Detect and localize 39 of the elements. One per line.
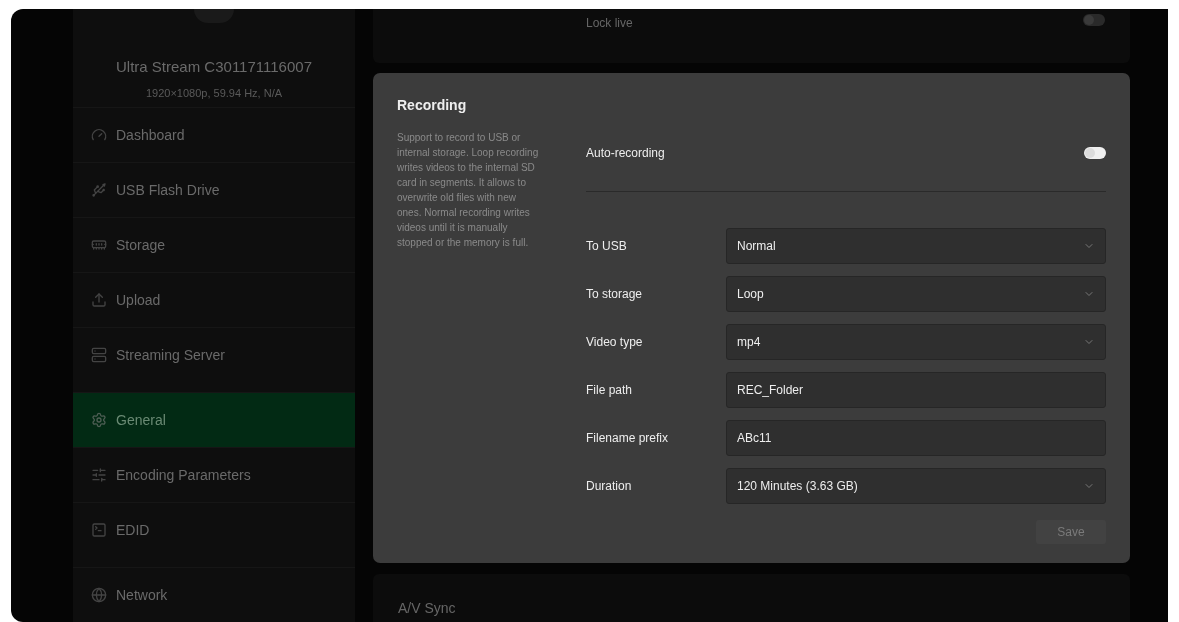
signal-info: 1920×1080p, 59.94 Hz, N/A — [145, 85, 283, 101]
field-label: Filename prefix — [586, 430, 670, 447]
upload-icon — [91, 292, 107, 308]
field-label: To USB — [586, 238, 628, 255]
setting-label: Lock live — [586, 15, 633, 32]
toggle-switch[interactable] — [1084, 147, 1106, 159]
sidebar-item[interactable]: Streaming Server — [73, 327, 355, 382]
usb-icon — [91, 182, 107, 198]
description: Support to record to USB or internal storage. Loop recording writes videos to the internal SD card in segments. It allows to overwrite old files with new ones. Normal recording writes videos until it is manually stopped or the memory is full. — [397, 131, 540, 250]
gauge-icon — [91, 127, 107, 143]
select-field[interactable]: Normal — [726, 228, 1106, 264]
sidebar-item[interactable]: Upload — [73, 272, 355, 327]
memory-card-icon — [91, 237, 107, 253]
input-field[interactable]: ABc11 — [726, 420, 1106, 456]
sidebar-item[interactable]: Dashboard — [73, 107, 355, 162]
select-field[interactable]: mp4 — [726, 324, 1106, 360]
terminal-icon — [91, 522, 107, 538]
sidebar-item[interactable]: General — [73, 392, 355, 447]
input-field[interactable]: REC_Folder — [726, 372, 1106, 408]
sidebar-item[interactable]: EDID — [73, 502, 355, 557]
toggle-switch[interactable] — [1083, 14, 1105, 26]
select-field[interactable]: 120 Minutes (3.63 GB) — [726, 468, 1106, 504]
dialog-title: Recording — [397, 96, 468, 115]
sidebar-item[interactable]: USB Flash Drive — [73, 162, 355, 217]
globe-icon — [91, 587, 107, 603]
field-label: Video type — [586, 334, 644, 351]
setting-label: Auto-recording — [586, 145, 665, 162]
settings-icon — [91, 412, 107, 428]
field-label: To storage — [586, 286, 644, 303]
sidebar-item[interactable]: Network — [73, 567, 355, 622]
sidebar-item[interactable]: Storage — [73, 217, 355, 272]
server-icon — [91, 347, 107, 363]
select-field[interactable]: Loop — [726, 276, 1106, 312]
sidebar-item[interactable]: Encoding Parameters — [73, 447, 355, 502]
field-label: File path — [586, 382, 634, 399]
device-name: Ultra Stream C301171116007 — [116, 57, 312, 77]
sliders-icon — [91, 467, 107, 483]
field-label: Duration — [586, 478, 633, 495]
card-title: A/V Sync — [398, 600, 456, 616]
